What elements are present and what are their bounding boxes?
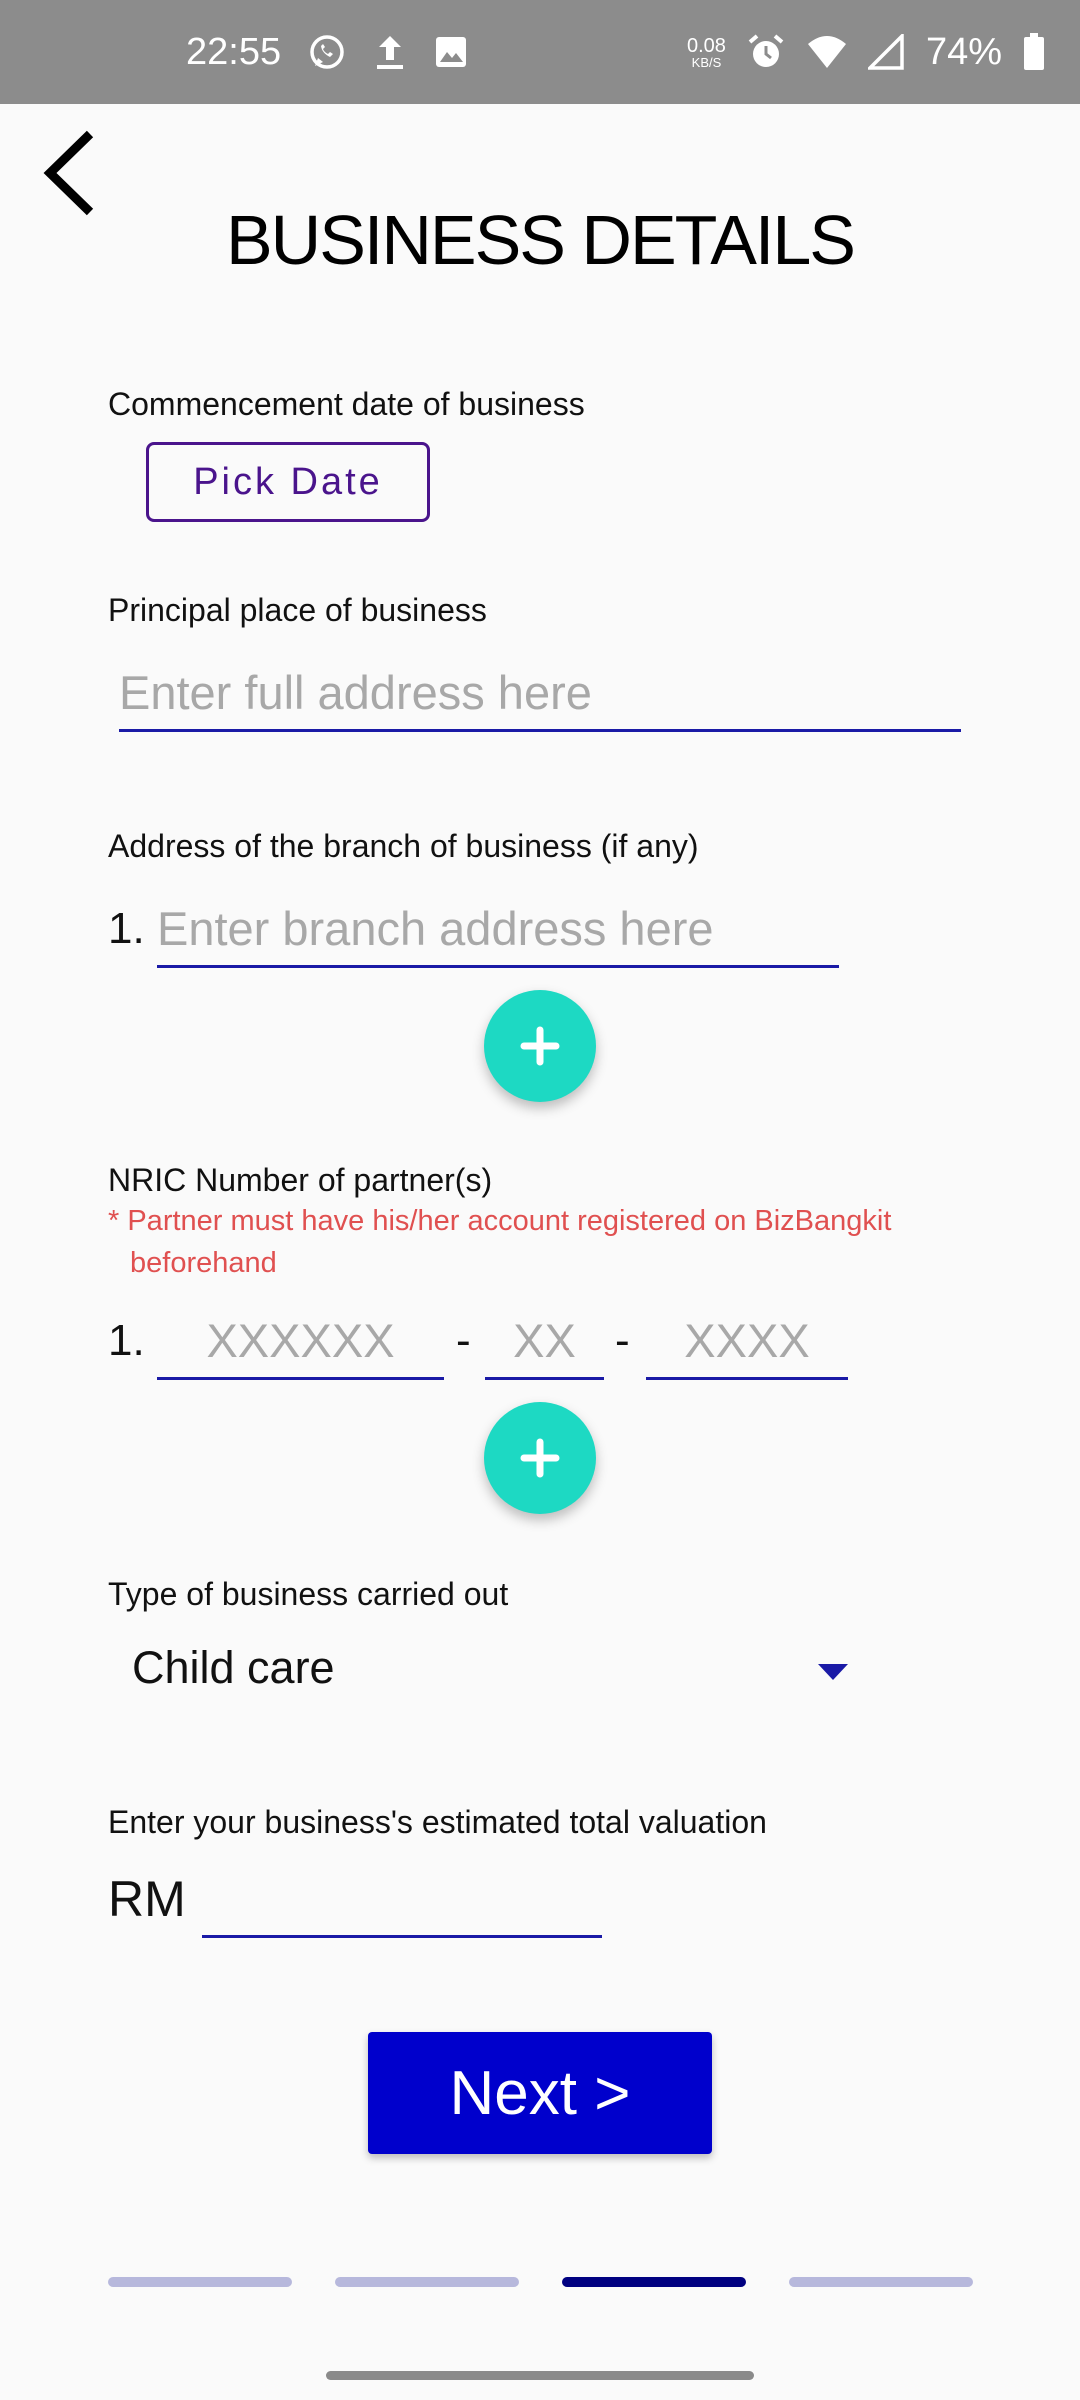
add-partner-button[interactable] bbox=[484, 1402, 596, 1514]
valuation-label: Enter your business's estimated total va… bbox=[108, 1804, 767, 1840]
nric-label: NRIC Number of partner(s) bbox=[108, 1162, 493, 1198]
wifi-icon bbox=[806, 34, 848, 70]
add-branch-button[interactable] bbox=[484, 990, 596, 1102]
branch-address-input[interactable] bbox=[157, 892, 839, 968]
net-speed-value: 0.08 bbox=[687, 34, 726, 57]
status-bar-right: 0.08 KB/S 74% bbox=[687, 0, 1046, 104]
valuation-input[interactable] bbox=[202, 1862, 602, 1938]
branch-label: Address of the branch of business (if an… bbox=[108, 828, 699, 864]
net-speed-unit: KB/S bbox=[691, 54, 722, 70]
next-button[interactable]: Next > bbox=[368, 2032, 712, 2154]
step-3-indicator bbox=[562, 2277, 746, 2287]
plus-icon bbox=[518, 1436, 562, 1480]
nric-hint-line1: * Partner must have his/her account regi… bbox=[108, 1205, 892, 1237]
commencement-label: Commencement date of business bbox=[108, 386, 585, 422]
status-bar: 22:55 0.08 KB/S 74% bbox=[0, 0, 1080, 104]
principal-place-label: Principal place of business bbox=[108, 592, 487, 628]
clock: 22:55 bbox=[186, 30, 282, 73]
image-icon bbox=[433, 34, 469, 70]
status-bar-left: 22:55 bbox=[186, 0, 469, 104]
whatsapp-icon bbox=[307, 32, 347, 72]
branch-index: 1. bbox=[108, 904, 145, 953]
alarm-icon bbox=[746, 32, 786, 72]
page-title: BUSINESS DETAILS bbox=[225, 201, 856, 279]
nric-index: 1. bbox=[108, 1316, 145, 1365]
signal-icon bbox=[867, 34, 906, 70]
business-type-selected: Child care bbox=[132, 1642, 335, 1693]
business-type-dropdown[interactable]: Child care bbox=[108, 1622, 868, 1718]
battery-percent: 74% bbox=[925, 30, 1002, 73]
nric-part3-input[interactable] bbox=[646, 1304, 848, 1380]
nric-hint-line2: beforehand bbox=[130, 1247, 277, 1279]
nric-hint: * Partner must have his/her account regi… bbox=[108, 1200, 968, 1284]
net-speed: 0.08 KB/S bbox=[687, 36, 726, 69]
plus-icon bbox=[518, 1024, 562, 1068]
upload-icon bbox=[373, 32, 407, 72]
nric-part1-input[interactable] bbox=[157, 1304, 444, 1380]
home-indicator[interactable] bbox=[326, 2371, 754, 2380]
nric-separator-1: - bbox=[456, 1316, 471, 1365]
dropdown-arrow-icon bbox=[816, 1662, 850, 1682]
step-1-indicator bbox=[108, 2277, 292, 2287]
pick-date-button[interactable]: Pick Date bbox=[146, 442, 430, 522]
step-2-indicator bbox=[335, 2277, 519, 2287]
currency-label: RM bbox=[108, 1871, 186, 1927]
battery-icon bbox=[1022, 32, 1046, 72]
business-type-label: Type of business carried out bbox=[108, 1576, 509, 1612]
step-4-indicator bbox=[789, 2277, 973, 2287]
principal-address-input[interactable] bbox=[119, 656, 961, 732]
nric-part2-input[interactable] bbox=[485, 1304, 604, 1380]
nric-separator-2: - bbox=[615, 1316, 630, 1365]
